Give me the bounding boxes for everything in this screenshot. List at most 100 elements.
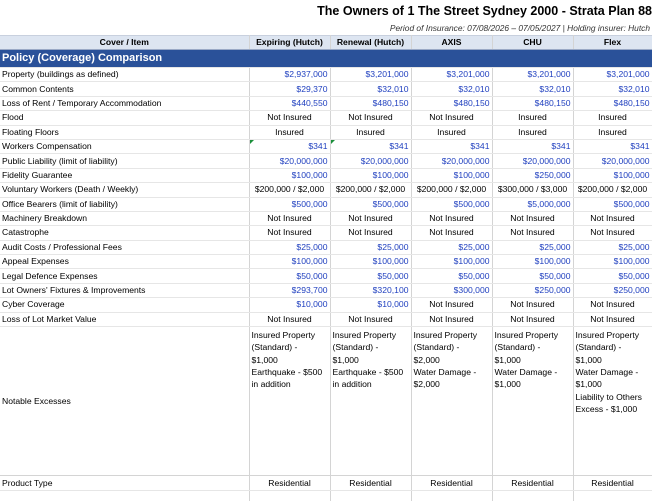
- row-label[interactable]: Voluntary Workers (Death / Weekly): [0, 182, 250, 198]
- empty-cell[interactable]: [573, 490, 652, 501]
- row-label[interactable]: Property (buildings as defined): [0, 67, 250, 83]
- value-cell[interactable]: $300,000 / $3,000: [492, 182, 574, 198]
- value-cell[interactable]: Not Insured: [411, 225, 493, 241]
- value-cell[interactable]: $341: [249, 139, 331, 155]
- value-cell[interactable]: $50,000: [249, 268, 331, 284]
- value-cell[interactable]: $341: [330, 139, 412, 155]
- value-cell[interactable]: Not Insured: [573, 312, 652, 328]
- header-insurer[interactable]: CHU: [492, 35, 574, 50]
- value-cell[interactable]: $320,100: [330, 283, 412, 299]
- value-cell[interactable]: Residential: [573, 475, 652, 492]
- value-cell[interactable]: $500,000: [330, 197, 412, 212]
- value-cell[interactable]: Not Insured: [492, 211, 574, 227]
- excess-cell[interactable]: Insured Property (Standard) - $1,000 Earthq…: [249, 326, 331, 477]
- value-cell[interactable]: $480,150: [573, 96, 652, 112]
- value-cell[interactable]: $250,000: [492, 168, 574, 184]
- value-cell[interactable]: Insured: [249, 125, 331, 140]
- value-cell[interactable]: Insured: [492, 125, 574, 140]
- value-cell[interactable]: $100,000: [249, 254, 331, 270]
- value-cell[interactable]: Insured: [573, 110, 652, 126]
- value-cell[interactable]: $25,000: [330, 240, 412, 256]
- row-label[interactable]: Catastrophe: [0, 225, 250, 241]
- value-cell[interactable]: Not Insured: [492, 225, 574, 241]
- value-cell[interactable]: $200,000 / $2,000: [330, 182, 412, 198]
- value-cell[interactable]: Not Insured: [573, 211, 652, 227]
- empty-cell[interactable]: [411, 490, 493, 501]
- value-cell[interactable]: $25,000: [249, 240, 331, 256]
- value-cell[interactable]: $25,000: [411, 240, 493, 256]
- row-label[interactable]: Common Contents: [0, 81, 250, 97]
- period-of-insurance[interactable]: Period of Insurance: 07/08/2026 – 07/05/…: [0, 22, 652, 36]
- value-cell[interactable]: $341: [411, 139, 493, 155]
- value-cell[interactable]: $25,000: [573, 240, 652, 256]
- value-cell[interactable]: Residential: [249, 475, 331, 492]
- header-insurer[interactable]: AXIS: [411, 35, 493, 50]
- row-label[interactable]: Fidelity Guarantee: [0, 168, 250, 184]
- value-cell[interactable]: Insured: [411, 125, 493, 140]
- section-title[interactable]: Policy (Coverage) Comparison: [0, 49, 652, 68]
- value-cell[interactable]: $5,000,000: [492, 197, 574, 212]
- row-label[interactable]: Cyber Coverage: [0, 297, 250, 313]
- row-label[interactable]: Product Type: [0, 475, 250, 492]
- value-cell[interactable]: $50,000: [573, 268, 652, 284]
- row-label[interactable]: Appeal Expenses: [0, 254, 250, 270]
- value-cell[interactable]: $500,000: [249, 197, 331, 212]
- empty-cell[interactable]: [492, 490, 574, 501]
- value-cell[interactable]: $500,000: [411, 197, 493, 212]
- value-cell[interactable]: $3,201,000: [330, 67, 412, 83]
- row-label[interactable]: Legal Defence Expenses: [0, 268, 250, 284]
- value-cell[interactable]: Not Insured: [573, 297, 652, 313]
- row-label[interactable]: Lot Owners' Fixtures & Improvements: [0, 283, 250, 299]
- header-cover-item[interactable]: Cover / Item: [0, 35, 250, 50]
- row-label[interactable]: Office Bearers (limit of liability): [0, 197, 250, 212]
- value-cell[interactable]: $20,000,000: [330, 153, 412, 169]
- row-label[interactable]: Public Liability (limit of liability): [0, 153, 250, 169]
- value-cell[interactable]: Insured: [330, 125, 412, 140]
- value-cell[interactable]: Not Insured: [249, 110, 331, 126]
- row-label[interactable]: Notable Excesses: [0, 326, 250, 477]
- row-label[interactable]: Loss of Rent / Temporary Accommodation: [0, 96, 250, 112]
- value-cell[interactable]: $32,010: [492, 81, 574, 97]
- value-cell[interactable]: $3,201,000: [411, 67, 493, 83]
- value-cell[interactable]: Not Insured: [330, 312, 412, 328]
- empty-cell[interactable]: [330, 490, 412, 501]
- value-cell[interactable]: $480,150: [411, 96, 493, 112]
- value-cell[interactable]: $32,010: [330, 81, 412, 97]
- value-cell[interactable]: $50,000: [411, 268, 493, 284]
- value-cell[interactable]: $2,937,000: [249, 67, 331, 83]
- value-cell[interactable]: $200,000 / $2,000: [411, 182, 493, 198]
- value-cell[interactable]: $341: [573, 139, 652, 155]
- value-cell[interactable]: $341: [492, 139, 574, 155]
- header-insurer[interactable]: Expiring (Hutch): [249, 35, 331, 50]
- header-insurer[interactable]: Flex: [573, 35, 652, 50]
- row-label[interactable]: Machinery Breakdown: [0, 211, 250, 227]
- value-cell[interactable]: $200,000 / $2,000: [249, 182, 331, 198]
- value-cell[interactable]: Residential: [330, 475, 412, 492]
- value-cell[interactable]: $300,000: [411, 283, 493, 299]
- empty-cell[interactable]: [0, 490, 250, 501]
- value-cell[interactable]: Not Insured: [411, 297, 493, 313]
- value-cell[interactable]: $480,150: [492, 96, 574, 112]
- value-cell[interactable]: Not Insured: [330, 110, 412, 126]
- value-cell[interactable]: $100,000: [411, 254, 493, 270]
- value-cell[interactable]: Insured: [492, 110, 574, 126]
- value-cell[interactable]: $10,000: [249, 297, 331, 313]
- value-cell[interactable]: $100,000: [330, 168, 412, 184]
- value-cell[interactable]: Insured: [573, 125, 652, 140]
- value-cell[interactable]: $29,370: [249, 81, 331, 97]
- value-cell[interactable]: $50,000: [330, 268, 412, 284]
- value-cell[interactable]: Not Insured: [492, 312, 574, 328]
- excess-cell[interactable]: Insured Property (Standard) - $1,000 Earthq…: [330, 326, 412, 477]
- value-cell[interactable]: Not Insured: [249, 211, 331, 227]
- row-label[interactable]: Workers Compensation: [0, 139, 250, 155]
- row-label[interactable]: Audit Costs / Professional Fees: [0, 240, 250, 256]
- value-cell[interactable]: $100,000: [411, 168, 493, 184]
- excess-cell[interactable]: Insured Property (Standard) - $1,000 Water …: [573, 326, 652, 477]
- value-cell[interactable]: Not Insured: [249, 225, 331, 241]
- row-label[interactable]: Flood: [0, 110, 250, 126]
- value-cell[interactable]: $3,201,000: [573, 67, 652, 83]
- value-cell[interactable]: Not Insured: [330, 225, 412, 241]
- value-cell[interactable]: Not Insured: [411, 110, 493, 126]
- row-label[interactable]: Loss of Lot Market Value: [0, 312, 250, 328]
- value-cell[interactable]: $250,000: [492, 283, 574, 299]
